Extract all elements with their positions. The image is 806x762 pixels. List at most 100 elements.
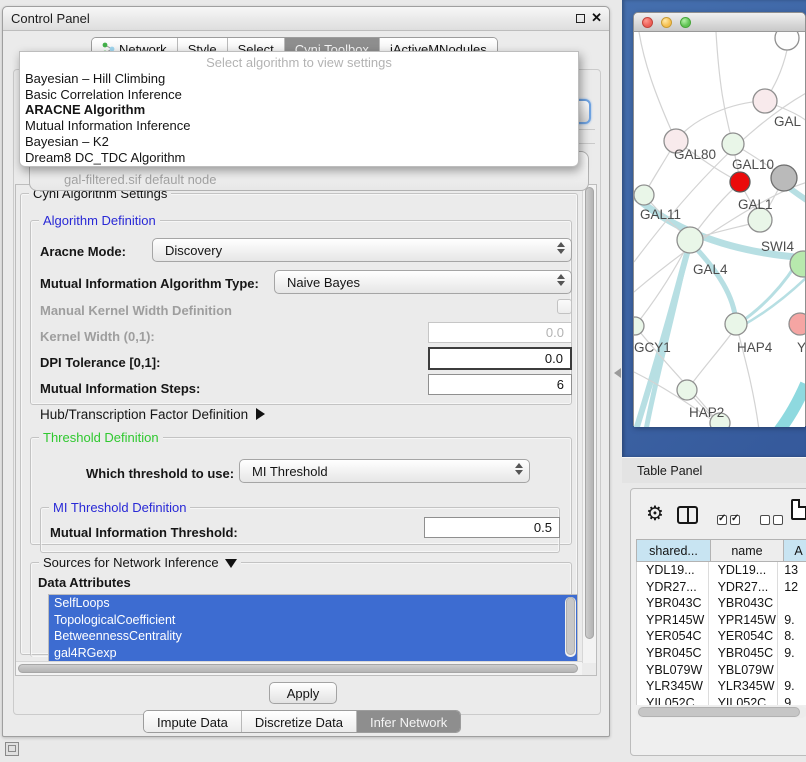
mi-steps-field[interactable]: 6: [428, 374, 572, 395]
table-horizontal-scrollbar[interactable]: [636, 706, 806, 718]
control-panel: Control Panel ✕ gal-filtered.sif default…: [2, 6, 610, 737]
which-threshold-value: MI Threshold: [252, 464, 328, 479]
settings-horizontal-scrollbar[interactable]: [16, 661, 582, 675]
dpi-tolerance-field[interactable]: 0.0: [428, 347, 572, 370]
cyni-bottom-tabbar: Impute DataDiscretize DataInfer Network: [143, 710, 461, 733]
sources-group-title[interactable]: Sources for Network Inference: [39, 555, 241, 570]
network-view-window[interactable]: GAL80GAL10GALGAL11GAL1SWI4GAL4GCY1HAP4YH…: [633, 12, 806, 426]
dropdown-prompt: Select algorithm to view settings: [20, 55, 578, 71]
network-node-hap4-node[interactable]: [725, 313, 747, 335]
dropdown-item[interactable]: Basic Correlation Inference: [20, 87, 578, 103]
close-window-icon[interactable]: [642, 17, 653, 28]
network-node-gal4-node[interactable]: [677, 227, 703, 253]
minimize-window-icon[interactable]: [661, 17, 672, 28]
network-canvas[interactable]: GAL80GAL10GALGAL11GAL1SWI4GAL4GCY1HAP4YH…: [634, 32, 805, 427]
node-label: HAP2: [689, 405, 724, 420]
restore-panel-icon[interactable]: [5, 742, 19, 756]
bottom-tab-impute-data[interactable]: Impute Data: [144, 711, 242, 732]
table-row[interactable]: YBL079WYBL079W: [637, 662, 806, 679]
node-label: HAP4: [737, 340, 773, 355]
which-threshold-select[interactable]: MI Threshold: [239, 459, 530, 483]
attribute-list-item[interactable]: TopologicalCoefficient: [49, 612, 577, 629]
network-edge[interactable]: [692, 244, 736, 322]
dropdown-item[interactable]: Mutual Information Inference: [20, 118, 578, 134]
network-node-gray-node[interactable]: [771, 165, 797, 191]
aracne-mode-select[interactable]: Discovery: [152, 238, 572, 262]
network-node-top-node[interactable]: [775, 32, 799, 50]
table-cell: 13: [778, 562, 806, 579]
network-edge[interactable]: [676, 101, 765, 141]
deselect-all-checkboxes-icon[interactable]: [760, 512, 786, 530]
table-row[interactable]: YPR145WYPR145W9.: [637, 612, 806, 629]
network-node-gcy1-node[interactable]: [634, 317, 644, 335]
splitter-arrow-icon[interactable]: [614, 368, 621, 378]
collapsed-arrow-icon: [256, 408, 265, 420]
mi-threshold-field[interactable]: 0.5: [424, 517, 560, 538]
bottom-tab-infer-network[interactable]: Infer Network: [357, 711, 460, 732]
table-row[interactable]: YIL052CYIL052C9: [637, 695, 806, 705]
expanded-arrow-icon: [225, 559, 237, 568]
control-panel-titlebar: Control Panel ✕: [3, 7, 609, 31]
column-header-name[interactable]: name: [711, 539, 784, 562]
table-cell: YDL19...: [709, 562, 779, 579]
aracne-mode-label: Aracne Mode:: [40, 244, 126, 259]
attribute-list-item[interactable]: gal4RGexp: [49, 645, 577, 662]
network-window-titlebar[interactable]: [634, 13, 805, 32]
table-cell: 9.: [778, 645, 806, 662]
sources-title-text: Sources for Network Inference: [43, 555, 219, 570]
column-header-shared[interactable]: shared...: [636, 539, 711, 562]
network-node-salmon-node[interactable]: [789, 313, 805, 335]
table-cell: [778, 662, 806, 679]
zoom-window-icon[interactable]: [680, 17, 691, 28]
kernel-width-field[interactable]: 0.0: [428, 322, 572, 343]
apply-button[interactable]: Apply: [269, 682, 337, 704]
table-row[interactable]: YBR045CYBR045C9.: [637, 645, 806, 662]
manual-kernel-width-checkbox[interactable]: [557, 299, 572, 314]
network-edge[interactable]: [775, 384, 805, 427]
float-panel-icon[interactable]: [576, 14, 585, 23]
network-edge[interactable]: [687, 330, 734, 390]
settings-vertical-scrollbar[interactable]: [582, 185, 596, 663]
attribute-list-item[interactable]: SelfLoops: [49, 595, 577, 612]
table-rows: YDL19...YDL19...13YDR27...YDR27...12YBR0…: [636, 562, 806, 705]
dropdown-item[interactable]: ARACNE Algorithm: [20, 102, 578, 118]
dropdown-item[interactable]: Dream8 DC_TDC Algorithm: [20, 150, 578, 166]
dpi-tolerance-label: DPI Tolerance [0,1]:: [40, 355, 160, 370]
table-panel: ⚙ shared...nameA YDL19...YDL19...13YDR27…: [630, 488, 806, 756]
table-cell: YPR145W: [709, 612, 779, 629]
manual-kernel-width-label: Manual Kernel Width Definition: [40, 303, 232, 318]
file-icon[interactable]: [791, 499, 806, 520]
gear-icon[interactable]: ⚙: [646, 501, 664, 526]
table-row[interactable]: YDL19...YDL19...13: [637, 562, 806, 579]
network-node-gal7-node[interactable]: [753, 89, 777, 113]
table-row[interactable]: YER054CYER054C8.: [637, 628, 806, 645]
aracne-mode-value: Discovery: [165, 243, 222, 258]
bottom-tab-discretize-data[interactable]: Discretize Data: [242, 711, 357, 732]
table-cell: YBL079W: [709, 662, 779, 679]
mi-algorithm-type-select[interactable]: Naive Bayes: [274, 270, 572, 294]
network-node-hap2-node[interactable]: [677, 380, 697, 400]
network-edge[interactable]: [716, 32, 733, 144]
table-cell: [778, 595, 806, 612]
attribute-list-item[interactable]: BetweennessCentrality: [49, 628, 577, 645]
table-row[interactable]: YDR27...YDR27...12: [637, 579, 806, 596]
network-node-red-node[interactable]: [730, 172, 750, 192]
hub-definition-toggle[interactable]: Hub/Transcription Factor Definition: [40, 407, 265, 422]
close-panel-icon[interactable]: ✕: [591, 10, 602, 26]
dropdown-item[interactable]: Bayesian – K2: [20, 134, 578, 150]
network-node-gal11-node[interactable]: [634, 185, 654, 205]
table-cell: YBL079W: [637, 662, 709, 679]
table-row[interactable]: YLR345WYLR345W9.: [637, 678, 806, 695]
list-scrollbar[interactable]: [565, 597, 576, 657]
hidden-border-line: [579, 129, 595, 130]
columns-icon[interactable]: [677, 506, 698, 524]
column-header-a[interactable]: A: [784, 539, 806, 562]
network-node-gal10-node[interactable]: [722, 133, 744, 155]
table-row[interactable]: YBR043CYBR043C: [637, 595, 806, 612]
table-panel-title: Table Panel: [637, 464, 702, 478]
network-edge[interactable]: [639, 32, 676, 141]
select-all-checkboxes-icon[interactable]: [717, 512, 743, 530]
node-label: GAL4: [693, 262, 728, 277]
data-attributes-list[interactable]: SelfLoopsTopologicalCoefficientBetweenne…: [48, 594, 578, 662]
dropdown-item[interactable]: Bayesian – Hill Climbing: [20, 71, 578, 87]
